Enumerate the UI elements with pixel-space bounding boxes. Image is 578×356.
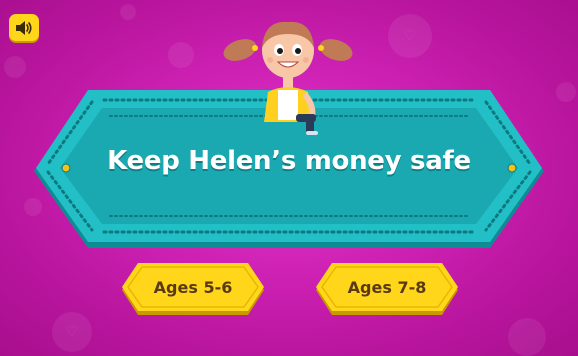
bg-bubble: [556, 82, 576, 102]
helen-character: [222, 14, 354, 140]
age-7-8-label: Ages 7-8: [347, 278, 427, 297]
bg-bubble: [4, 56, 26, 78]
sound-toggle-button[interactable]: [9, 14, 39, 41]
bg-bubble: [168, 42, 194, 68]
bg-bubble: ♡: [52, 312, 92, 352]
game-start-screen: ♡ ♡ Keep Helen’s money safe Ages 5-6 Age…: [0, 0, 578, 356]
age-5-6-label: Ages 5-6: [153, 278, 233, 297]
bg-bubble: [508, 318, 546, 356]
age-5-6-button[interactable]: Ages 5-6: [120, 263, 266, 317]
speaker-icon: [16, 20, 32, 35]
age-7-8-button[interactable]: Ages 7-8: [314, 263, 460, 317]
bg-bubble: ♡: [388, 14, 432, 58]
game-title: Keep Helen’s money safe: [107, 146, 471, 176]
bg-bubble: [120, 4, 136, 20]
